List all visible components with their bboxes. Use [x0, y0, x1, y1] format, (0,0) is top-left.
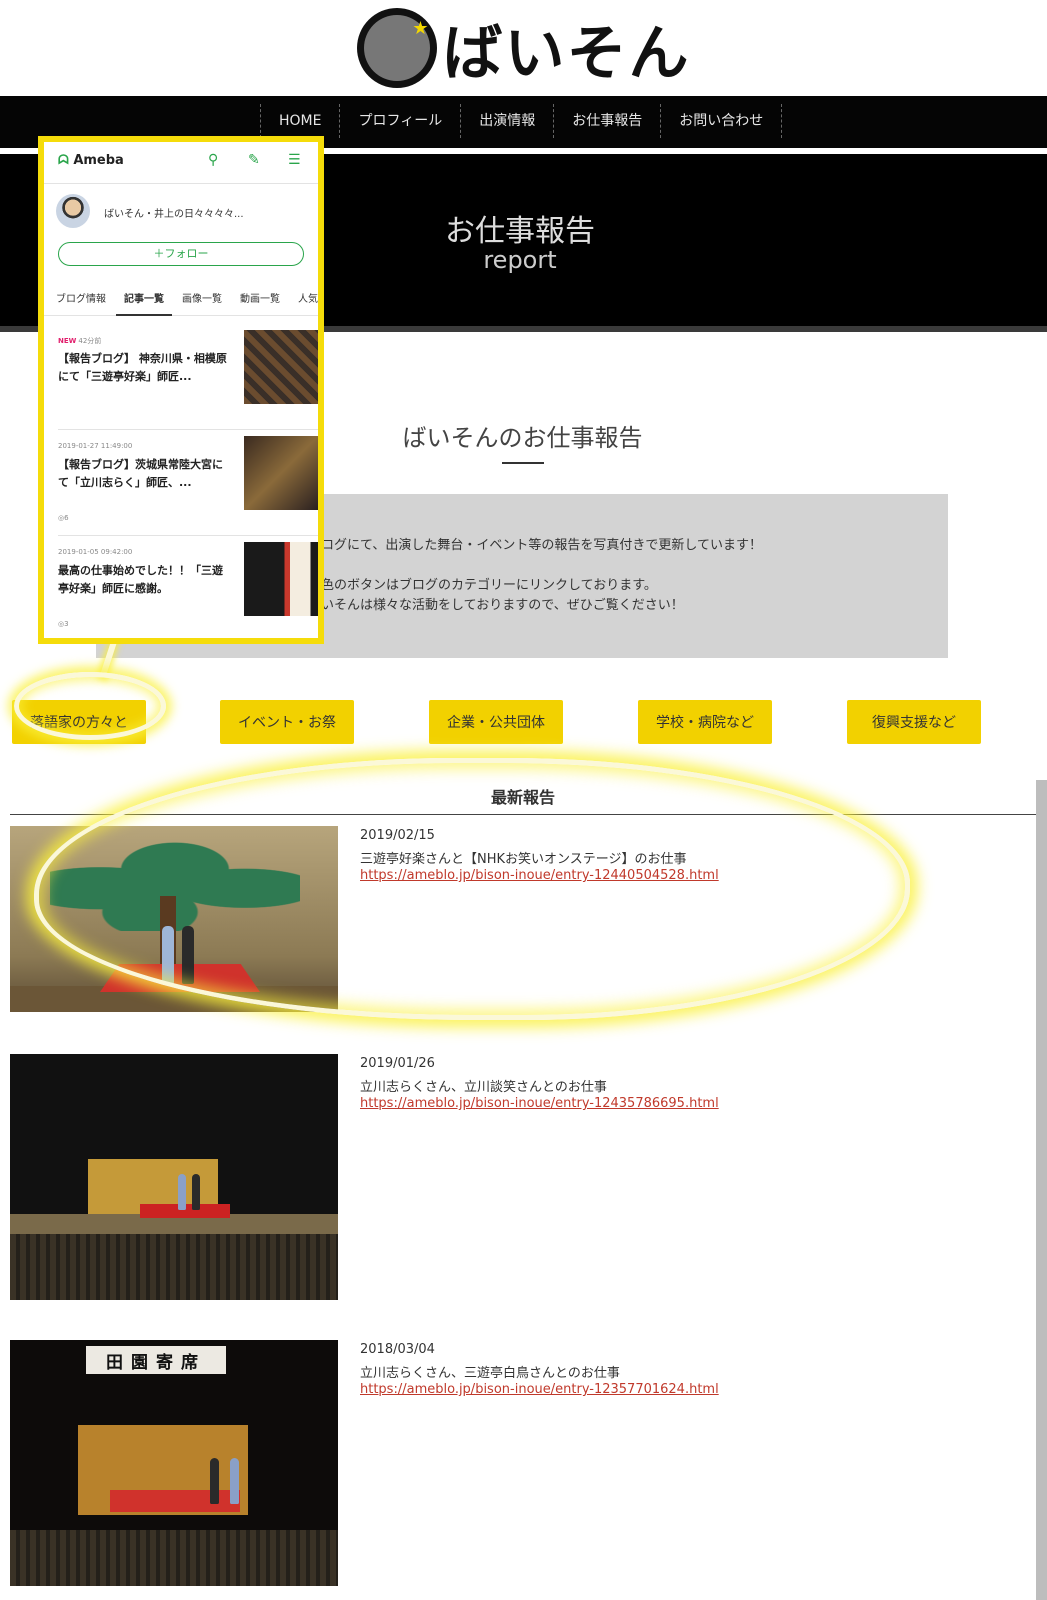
edit-icon[interactable]: ✎: [248, 152, 260, 168]
tab-popular[interactable]: 人気: [298, 290, 318, 305]
list-item[interactable]: 2019-01-05 09:42:00 最高の仕事始めでした！！「三遊亭好楽」師…: [58, 542, 318, 642]
post-thumbnail[interactable]: [244, 542, 318, 616]
scrollbar[interactable]: [1036, 780, 1047, 1600]
site-logo[interactable]: ★ ばいそん: [0, 0, 1047, 96]
comment-count: ◎3: [58, 620, 69, 628]
section-divider: [502, 462, 544, 464]
hero-subtitle: report: [483, 246, 557, 274]
audience: [10, 1530, 338, 1586]
report-title: 立川志らくさん、立川談笑さんとのお仕事: [360, 1080, 607, 1095]
ameba-tabs: ブログ情報 記事一覧 画像一覧 動画一覧 人気: [44, 278, 318, 316]
menu-icon[interactable]: ☰: [288, 152, 301, 168]
logo-text: ばいそん: [442, 18, 691, 89]
report-link[interactable]: https://ameblo.jp/bison-inoue/entry-1235…: [360, 1382, 719, 1397]
nav-home[interactable]: HOME: [260, 104, 339, 138]
list-item[interactable]: NEW 42分前 【報告ブログ】 神奈川県・相模原にて「三遊亭好楽」師匠...: [58, 330, 318, 430]
section-title: ばいそんのお仕事報告: [402, 424, 643, 452]
post-meta: 2019-01-27 11:49:00: [58, 442, 133, 450]
tab-article-list[interactable]: 記事一覧: [124, 290, 164, 305]
ameba-header: ᗣ Ameba ⚲ ✎ ☰: [44, 142, 318, 184]
post-meta: NEW 42分前: [58, 337, 102, 345]
performer: [210, 1458, 219, 1504]
report-photo[interactable]: [10, 1054, 338, 1300]
performer: [230, 1458, 239, 1504]
report-item: 2019/01/26 立川志らくさん、立川談笑さんとのお仕事 https://a…: [10, 1054, 1010, 1300]
comment-count: ◎6: [58, 514, 69, 522]
nav-appearances[interactable]: 出演情報: [460, 104, 553, 138]
tab-video-list[interactable]: 動画一覧: [240, 290, 280, 305]
info-line-3: ばいそんは様々な活動をしておりますので、ぜひご覧ください！: [308, 598, 684, 613]
blog-name[interactable]: ばいそん・井上の日々々々々...: [104, 205, 244, 220]
info-line-2: 黄色のボタンはブログのカテゴリーにリンクしております。: [308, 578, 657, 593]
main-nav: HOME プロフィール 出演情報 お仕事報告 お問い合わせ: [260, 104, 783, 138]
category-schools-button[interactable]: 学校・病院など: [638, 700, 772, 744]
report-link[interactable]: https://ameblo.jp/bison-inoue/entry-1243…: [360, 1096, 719, 1111]
bison-logo-icon: ★: [356, 8, 437, 88]
highlight-latest-report: [34, 758, 910, 1020]
performer: [178, 1174, 186, 1210]
red-platform: [110, 1490, 240, 1512]
category-events-button[interactable]: イベント・お祭: [220, 700, 354, 744]
venue-banner: 田園寄席: [86, 1346, 226, 1374]
category-corporate-button[interactable]: 企業・公共団体: [429, 700, 563, 744]
report-date: 2018/03/04: [360, 1342, 435, 1357]
report-item: 田園寄席 2018/03/04 立川志らくさん、三遊亭白鳥さんとのお仕事 htt…: [10, 1340, 1010, 1586]
follow-button[interactable]: ＋フォロー: [58, 242, 304, 266]
active-tab-indicator: [116, 314, 172, 316]
nav-profile[interactable]: プロフィール: [339, 104, 460, 138]
post-thumbnail[interactable]: [244, 330, 318, 404]
nav-work-reports[interactable]: お仕事報告: [553, 104, 660, 138]
post-thumbnail[interactable]: [244, 436, 318, 510]
post-meta: 2019-01-05 09:42:00: [58, 548, 133, 556]
post-title[interactable]: 最高の仕事始めでした！！「三遊亭好楽」師匠に感謝。: [58, 562, 230, 598]
category-reconstruction-button[interactable]: 復興支援など: [847, 700, 981, 744]
avatar[interactable]: [56, 194, 90, 228]
info-line-1: ブログにて、出演した舞台・イベント等の報告を写真付きで更新しています！: [308, 538, 762, 553]
report-date: 2019/01/26: [360, 1056, 435, 1071]
highlight-circle: [14, 672, 166, 740]
report-title: 立川志らくさん、三遊亭白鳥さんとのお仕事: [360, 1366, 620, 1381]
tab-blog-info[interactable]: ブログ情報: [56, 290, 106, 305]
post-title[interactable]: 【報告ブログ】 神奈川県・相模原にて「三遊亭好楽」師匠...: [58, 350, 230, 386]
search-icon[interactable]: ⚲: [208, 152, 218, 168]
hero-title: お仕事報告: [445, 214, 595, 249]
performer: [192, 1174, 200, 1210]
report-photo[interactable]: 田園寄席: [10, 1340, 338, 1586]
audience: [10, 1234, 338, 1300]
ameba-logo[interactable]: ᗣ Ameba: [58, 153, 124, 168]
ameba-blog-widget: ᗣ Ameba ⚲ ✎ ☰ ばいそん・井上の日々々々々... ＋フォロー ブログ…: [38, 136, 324, 644]
tab-image-list[interactable]: 画像一覧: [182, 290, 222, 305]
list-item[interactable]: 2019-01-27 11:49:00 【報告ブログ】茨城県常陸大宮にて「立川志…: [58, 436, 318, 536]
nav-contact[interactable]: お問い合わせ: [660, 104, 783, 138]
post-title[interactable]: 【報告ブログ】茨城県常陸大宮にて「立川志らく」師匠、...: [58, 456, 230, 492]
